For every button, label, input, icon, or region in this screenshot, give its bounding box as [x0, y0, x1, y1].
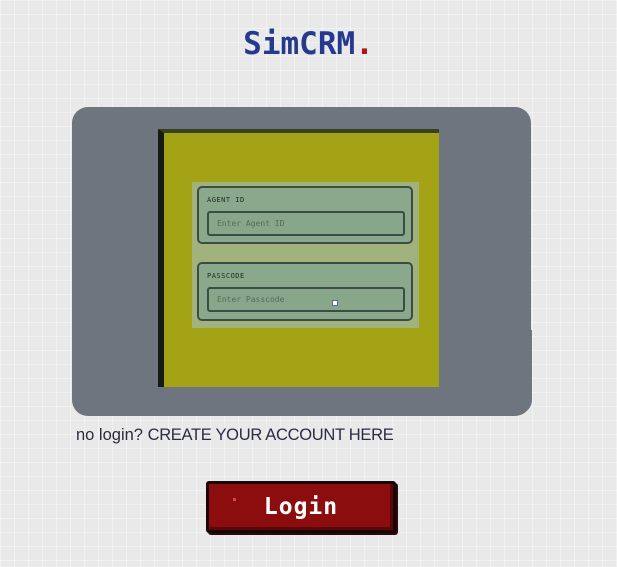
passcode-input[interactable]: [207, 287, 405, 312]
agent-id-group: AGENT ID: [197, 186, 413, 244]
passcode-group: PASSCODE: [197, 262, 413, 321]
brand-dot: .: [355, 26, 374, 62]
brand-name: SimCRM: [243, 26, 356, 62]
console-frame-corner: [440, 330, 532, 414]
login-button-label: Login: [263, 494, 339, 520]
signup-row: no login? CREATE YOUR ACCOUNT HERE: [76, 426, 394, 445]
agent-id-input[interactable]: [207, 211, 405, 236]
login-button[interactable]: Login: [206, 481, 396, 533]
passcode-label: PASSCODE: [207, 272, 245, 280]
text-cursor-icon: [332, 300, 338, 306]
create-account-link[interactable]: CREATE YOUR ACCOUNT HERE: [148, 426, 394, 444]
button-highlight-icon: [233, 498, 236, 501]
signup-prefix: no login?: [76, 426, 143, 444]
brand-logo: SimCRM.: [0, 26, 617, 62]
agent-id-label: AGENT ID: [207, 196, 245, 204]
